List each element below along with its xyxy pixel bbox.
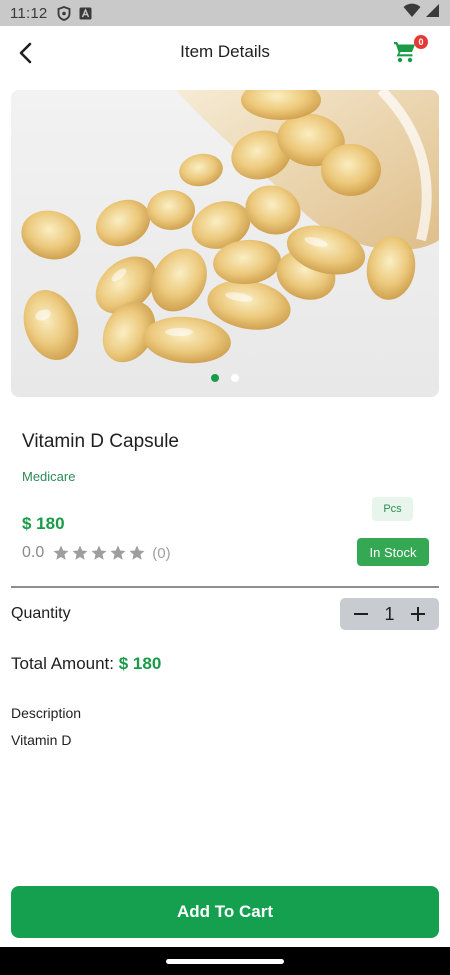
product-image-carousel[interactable] bbox=[11, 90, 439, 397]
star-icon bbox=[110, 545, 126, 560]
status-bar: 11:12 bbox=[0, 0, 450, 26]
increment-button[interactable] bbox=[407, 603, 429, 625]
star-icon bbox=[72, 545, 88, 560]
carousel-dots bbox=[11, 374, 439, 382]
carousel-dot-1[interactable] bbox=[211, 374, 219, 382]
star-icon bbox=[129, 545, 145, 560]
unit-chip: Pcs bbox=[372, 497, 413, 521]
cart-button[interactable]: 0 bbox=[393, 35, 428, 66]
product-name: Vitamin D Capsule bbox=[22, 431, 180, 452]
quantity-value: 1 bbox=[384, 603, 395, 624]
rating-row: 0.0 (0) bbox=[22, 543, 171, 563]
carousel-dot-2[interactable] bbox=[231, 374, 239, 382]
wifi-icon bbox=[403, 3, 421, 23]
system-navigation-bar bbox=[0, 947, 450, 975]
stock-status-badge: In Stock bbox=[357, 538, 429, 566]
total-amount-value: $ 180 bbox=[118, 654, 162, 673]
quantity-label: Quantity bbox=[11, 605, 71, 622]
add-to-cart-button[interactable]: Add To Cart bbox=[11, 886, 439, 938]
app-bar: Item Details 0 bbox=[0, 26, 450, 80]
description-title: Description bbox=[11, 705, 82, 721]
star-icon bbox=[53, 545, 69, 560]
star-icon bbox=[91, 545, 107, 560]
total-amount-row: Total Amount: $ 180 bbox=[11, 654, 161, 674]
product-image bbox=[11, 90, 439, 397]
signal-icon bbox=[425, 3, 440, 23]
rating-stars bbox=[52, 544, 146, 562]
shield-icon bbox=[57, 5, 71, 21]
brand-link[interactable]: Medicare bbox=[22, 469, 75, 484]
a-icon bbox=[79, 7, 92, 20]
page-title: Item Details bbox=[180, 42, 270, 61]
rating-count: (0) bbox=[152, 544, 171, 562]
rating-value: 0.0 bbox=[22, 544, 45, 561]
minus-icon bbox=[354, 613, 368, 615]
description-text: Vitamin D bbox=[11, 732, 72, 748]
divider bbox=[11, 586, 439, 588]
home-indicator[interactable] bbox=[166, 959, 284, 964]
product-price: $ 180 bbox=[22, 514, 65, 533]
status-right-icons bbox=[403, 3, 440, 23]
item-details-screen: 11:12 Item Details 0 Vitamin D Capsule M… bbox=[0, 0, 450, 975]
plus-icon bbox=[410, 607, 425, 621]
total-amount-label: Total Amount: bbox=[11, 654, 119, 673]
cart-count-badge: 0 bbox=[414, 35, 428, 49]
status-time: 11:12 bbox=[10, 4, 48, 22]
quantity-stepper: 1 bbox=[340, 598, 439, 630]
decrement-button[interactable] bbox=[350, 603, 372, 625]
